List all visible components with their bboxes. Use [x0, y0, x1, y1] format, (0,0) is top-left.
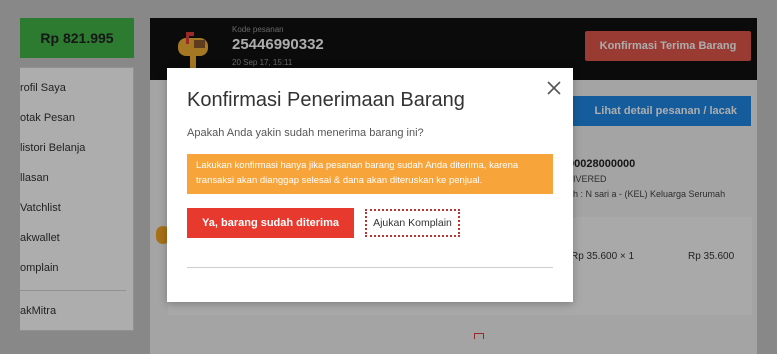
- confirm-received-button[interactable]: Ya, barang sudah diterima: [187, 208, 354, 238]
- file-complaint-button[interactable]: Ajukan Komplain: [365, 209, 460, 237]
- warning-line-2: transaksi akan dianggap selesai & dana a…: [196, 175, 483, 186]
- dialog-title: Konfirmasi Penerimaan Barang: [187, 89, 465, 111]
- close-icon[interactable]: [544, 78, 564, 98]
- confirm-receipt-dialog: Konfirmasi Penerimaan Barang Apakah Anda…: [167, 68, 573, 302]
- warning-line-1: Lakukan konfirmasi hanya jika pesanan ba…: [196, 160, 519, 171]
- warning-notice: Lakukan konfirmasi hanya jika pesanan ba…: [187, 154, 553, 194]
- dialog-question: Apakah Anda yakin sudah menerima barang …: [187, 127, 424, 139]
- dialog-divider: [187, 267, 553, 268]
